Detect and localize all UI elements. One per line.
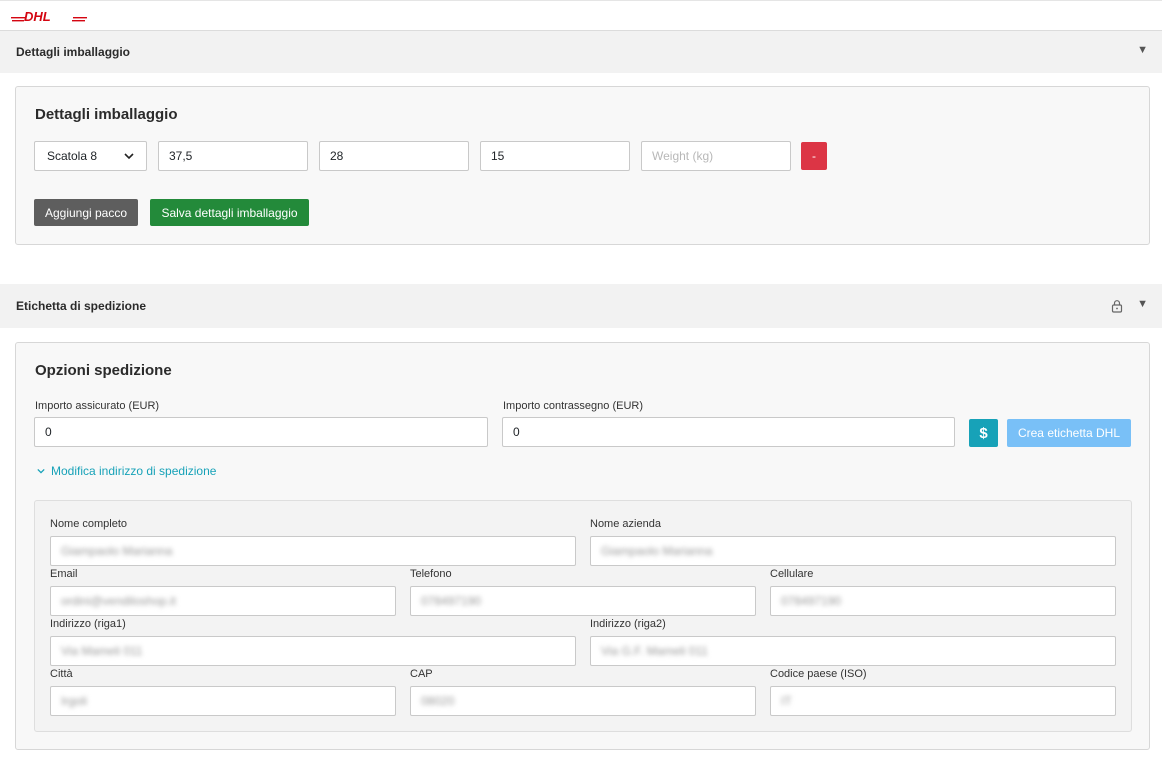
remove-package-button[interactable]: - (801, 142, 827, 170)
address-panel: Nome completo Giampaolo Marianna Nome az… (34, 500, 1132, 732)
address-line1-label: Indirizzo (riga1) (50, 618, 126, 630)
shipping-section-header[interactable]: Etichetta di spedizione ▼ (0, 284, 1162, 328)
shipping-section-title: Etichetta di spedizione (16, 299, 147, 313)
email-field[interactable]: ordini@vendiloshop.it (50, 586, 396, 616)
cod-amount-input[interactable] (502, 417, 955, 447)
country-code-label: Codice paese (ISO) (770, 668, 867, 680)
save-packaging-button[interactable]: Salva dettagli imballaggio (150, 199, 309, 226)
cod-amount-label: Importo contrassegno (EUR) (503, 400, 643, 412)
width-input[interactable] (319, 141, 469, 171)
weight-input[interactable] (641, 141, 791, 171)
mobile-label: Cellulare (770, 568, 814, 580)
phone-label: Telefono (410, 568, 452, 580)
country-code-field[interactable]: IT (770, 686, 1116, 716)
lock-icon[interactable] (1110, 299, 1124, 313)
city-label: Città (50, 668, 73, 680)
packaging-card: Dettagli imballaggio Scatola 8 - Aggiung… (15, 86, 1150, 245)
insured-amount-input[interactable] (34, 417, 488, 447)
full-name-label: Nome completo (50, 518, 128, 530)
top-bar: DHL (0, 0, 1162, 31)
email-label: Email (50, 568, 78, 580)
currency-button[interactable]: $ (969, 419, 998, 447)
chevron-down-icon (124, 153, 134, 160)
shipping-options-card: Opzioni spedizione Importo assicurato (E… (15, 342, 1150, 750)
chevron-down-icon (37, 468, 45, 474)
zip-field[interactable]: 08020 (410, 686, 756, 716)
address-line2-field[interactable]: Via G.F. Mameli 011 (590, 636, 1116, 666)
packaging-card-title: Dettagli imballaggio (35, 106, 178, 123)
address-line2-label: Indirizzo (riga2) (590, 618, 666, 630)
create-dhl-label-button[interactable]: Crea etichetta DHL (1007, 419, 1131, 447)
dhl-logo: DHL (11, 9, 87, 24)
edit-address-link[interactable]: Modifica indirizzo di spedizione (37, 464, 216, 478)
box-type-value: Scatola 8 (47, 149, 98, 163)
caret-down-icon[interactable]: ▼ (1137, 298, 1148, 310)
city-field[interactable]: Irgoli (50, 686, 396, 716)
caret-down-icon[interactable]: ▼ (1137, 44, 1148, 56)
company-name-field[interactable]: Giampaolo Marianna (590, 536, 1116, 566)
full-name-field[interactable]: Giampaolo Marianna (50, 536, 576, 566)
mobile-field[interactable]: 078497190 (770, 586, 1116, 616)
shipping-options-title: Opzioni spedizione (35, 362, 172, 379)
packaging-section-header[interactable]: Dettagli imballaggio ▼ (0, 31, 1162, 73)
box-type-select[interactable]: Scatola 8 (34, 141, 147, 171)
packaging-section-title: Dettagli imballaggio (16, 45, 131, 59)
address-line1-field[interactable]: Via Mameli 011 (50, 636, 576, 666)
company-name-label: Nome azienda (590, 518, 661, 530)
edit-address-link-label: Modifica indirizzo di spedizione (51, 464, 217, 478)
height-input[interactable] (480, 141, 630, 171)
phone-field[interactable]: 078497190 (410, 586, 756, 616)
length-input[interactable] (158, 141, 308, 171)
add-package-button[interactable]: Aggiungi pacco (34, 199, 138, 226)
zip-label: CAP (410, 668, 433, 680)
svg-text:DHL: DHL (24, 9, 51, 24)
insured-amount-label: Importo assicurato (EUR) (35, 400, 160, 412)
